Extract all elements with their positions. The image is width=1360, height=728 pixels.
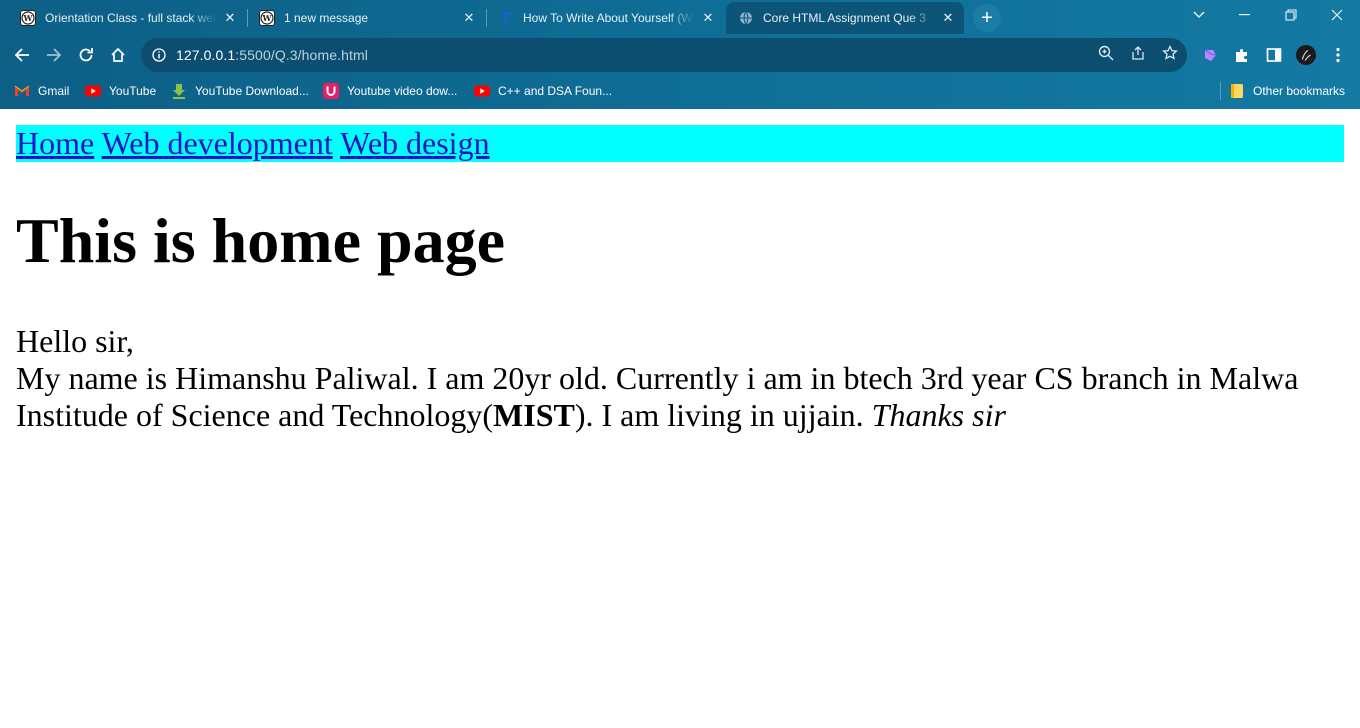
thanks-italic-text: Thanks sir	[871, 397, 1006, 433]
tab-new-message[interactable]: W 1 new message ✕	[247, 2, 485, 34]
bookmark-label: Youtube video dow...	[347, 84, 458, 98]
bookmark-cpp-dsa[interactable]: C++ and DSA Foun...	[474, 82, 612, 100]
tw-icon	[498, 10, 514, 26]
other-bookmarks[interactable]: Other bookmarks	[1229, 82, 1345, 100]
close-icon[interactable]: ✕	[222, 10, 238, 26]
bookmarks-bar: Gmail YouTube YouTube Download... Youtub…	[0, 74, 1360, 108]
nav-link-web-development[interactable]: Web development	[102, 125, 333, 161]
extensions-puzzle-icon[interactable]	[1232, 45, 1252, 65]
wordpress-icon: W	[259, 10, 275, 26]
youtube-icon	[474, 83, 490, 99]
close-icon[interactable]: ✕	[461, 10, 477, 26]
bookmark-youtube-video-dow[interactable]: Youtube video dow...	[323, 82, 457, 100]
address-url[interactable]: 127.0.0.1:5500/Q.3/home.html	[176, 47, 368, 63]
intro-text-continued: ). I am living in ujjain.	[574, 397, 872, 433]
intro-paragraph: Hello sir, My name is Himanshu Paliwal. …	[16, 323, 1336, 434]
tab-search-chevron-icon[interactable]	[1184, 4, 1214, 26]
u-icon	[323, 83, 339, 99]
back-arrow-icon[interactable]	[8, 41, 36, 69]
mist-bold-text: MIST	[493, 397, 575, 433]
home-icon[interactable]	[104, 41, 132, 69]
page-viewport: Home Web development Web design This is …	[0, 109, 1360, 728]
nav-bar: Home Web development Web design	[16, 125, 1344, 162]
other-bookmarks-label: Other bookmarks	[1253, 84, 1346, 98]
tab-write-about-yourself[interactable]: How To Write About Yourself (Wi ✕	[486, 2, 724, 34]
new-tab-button[interactable]: +	[973, 4, 1001, 32]
page-heading: This is home page	[16, 205, 505, 276]
tab-core-html-assignment[interactable]: Core HTML Assignment Que 3 ✕	[726, 2, 964, 34]
folder-icon	[1229, 83, 1245, 99]
tab-strip: W Orientation Class - full stack web ✕ W…	[0, 0, 1360, 36]
forward-arrow-icon[interactable]	[40, 41, 68, 69]
globe-icon	[738, 10, 754, 26]
close-icon[interactable]: ✕	[700, 10, 716, 26]
menu-kebab-icon[interactable]	[1328, 45, 1348, 65]
bookmark-label: C++ and DSA Foun...	[498, 84, 613, 98]
restore-icon[interactable]	[1276, 4, 1306, 26]
address-bar[interactable]: 127.0.0.1:5500/Q.3/home.html	[141, 38, 1187, 72]
site-info-icon[interactable]	[150, 46, 168, 64]
bookmark-youtube-download[interactable]: YouTube Download...	[171, 82, 309, 100]
svg-text:W: W	[23, 13, 34, 23]
minimize-icon[interactable]	[1230, 4, 1260, 26]
tab-title: How To Write About Yourself (Wi	[523, 11, 694, 25]
bookmark-label: YouTube	[109, 84, 157, 98]
wordpress-icon: W	[20, 10, 36, 26]
nav-link-web-design[interactable]: Web design	[340, 125, 489, 161]
browser-toolbar: 127.0.0.1:5500/Q.3/home.html	[0, 36, 1360, 74]
close-icon[interactable]: ✕	[940, 10, 956, 26]
tab-title: Core HTML Assignment Que 3	[763, 11, 926, 25]
side-panel-icon[interactable]	[1264, 45, 1284, 65]
bookmarks-divider	[1220, 82, 1221, 100]
tab-orientation-class[interactable]: W Orientation Class - full stack web ✕	[8, 2, 246, 34]
zoom-icon[interactable]	[1097, 44, 1115, 62]
tab-title: 1 new message	[284, 11, 369, 25]
bookmark-youtube[interactable]: YouTube	[85, 82, 156, 100]
bookmark-label: Gmail	[38, 84, 70, 98]
reload-icon[interactable]	[72, 41, 100, 69]
download-icon	[171, 83, 187, 99]
bookmark-star-icon[interactable]	[1161, 44, 1179, 62]
share-icon[interactable]	[1129, 44, 1147, 62]
close-window-icon[interactable]	[1322, 4, 1352, 26]
greeting-text: Hello sir,	[16, 323, 134, 359]
bookmark-label: YouTube Download...	[195, 84, 309, 98]
tab-title: Orientation Class - full stack web	[45, 11, 216, 25]
gmail-icon	[14, 83, 30, 99]
bookmark-gmail[interactable]: Gmail	[14, 82, 69, 100]
youtube-icon	[85, 83, 101, 99]
svg-text:W: W	[262, 13, 273, 23]
extension-gem-icon[interactable]	[1200, 45, 1220, 65]
nav-link-home[interactable]: Home	[16, 125, 94, 161]
profile-avatar[interactable]	[1296, 45, 1316, 65]
browser-chrome: W Orientation Class - full stack web ✕ W…	[0, 0, 1360, 109]
